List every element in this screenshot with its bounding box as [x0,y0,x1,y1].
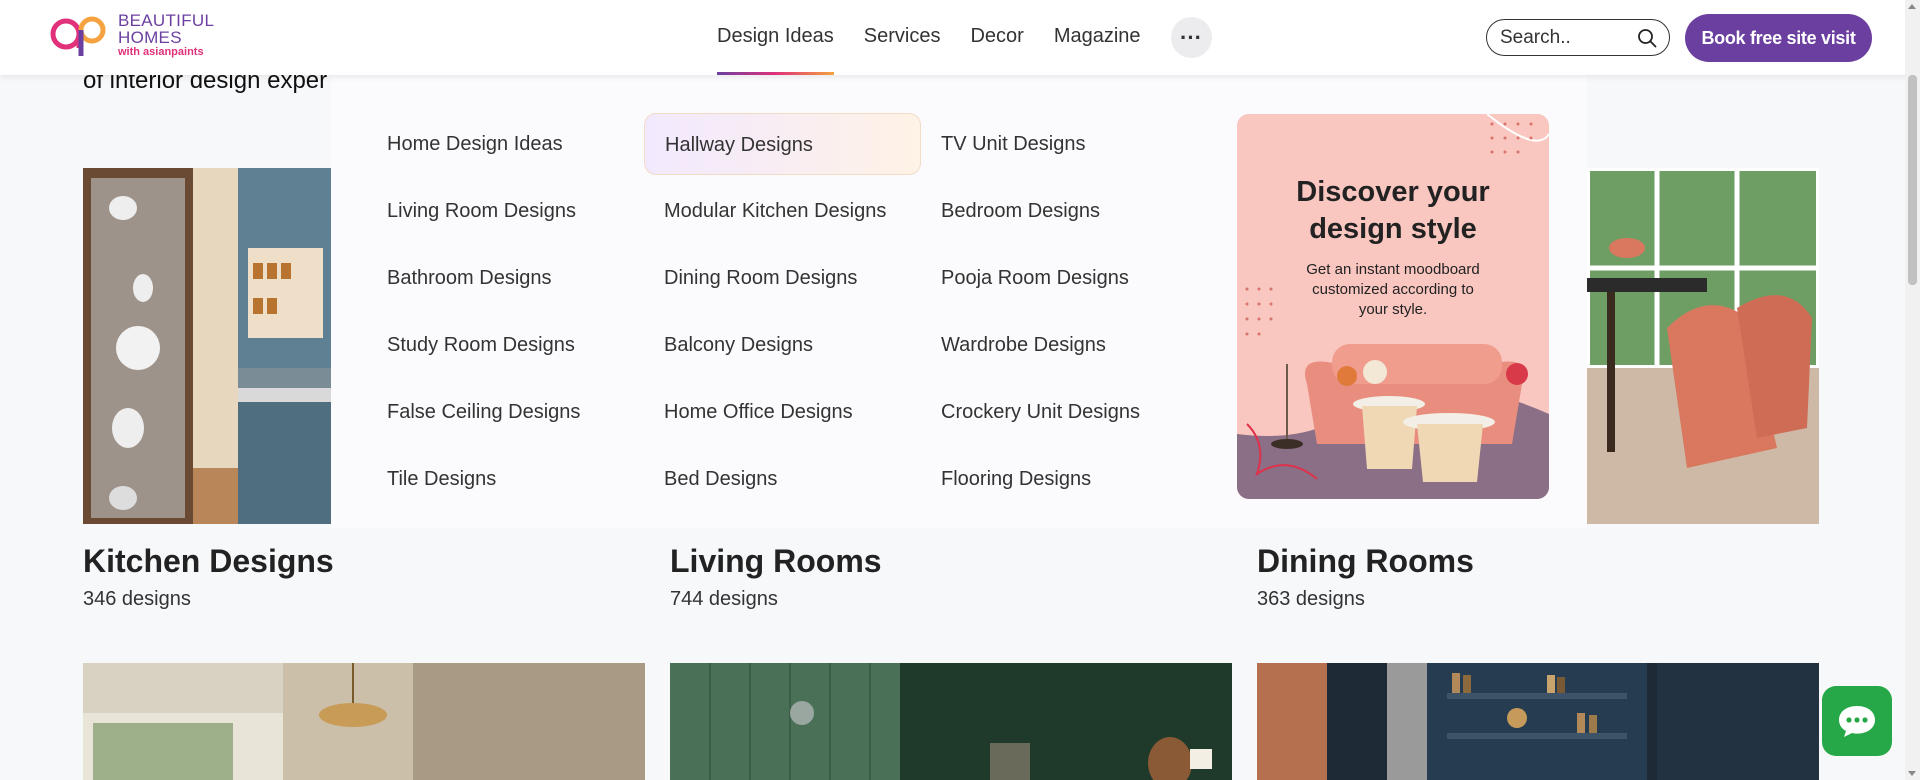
logo-mark-icon [50,16,106,56]
bathroom-illustration [670,663,1232,780]
menu-study-room-designs[interactable]: Study Room Designs [367,314,644,376]
logo-line-1: BEAUTIFUL [118,11,215,30]
dining-illustration [1587,168,1819,524]
nav-services[interactable]: Services [864,0,941,75]
menu-pooja-room-designs[interactable]: Pooja Room Designs [921,247,1198,309]
menu-tv-unit-designs[interactable]: TV Unit Designs [921,113,1198,175]
design-ideas-dropdown: Home Design Ideas Living Room Designs Ba… [331,75,1587,528]
search-input[interactable] [1500,27,1630,49]
bedroom-image[interactable] [83,663,645,780]
card-title-dining[interactable]: Dining Rooms [1257,543,1474,580]
menu-bathroom-designs[interactable]: Bathroom Designs [367,247,644,309]
menu-balcony-designs[interactable]: Balcony Designs [644,314,921,376]
nav-design-ideas[interactable]: Design Ideas [717,0,834,75]
nav-decor[interactable]: Decor [970,0,1023,75]
card-count-dining: 363 designs [1257,588,1365,610]
logo-text: BEAUTIFUL HOMES with asianpaints [118,12,214,58]
bathroom-image[interactable] [670,663,1232,780]
card-count-kitchen: 346 designs [83,588,191,610]
site-header: BEAUTIFUL HOMES with asianpaints Design … [0,0,1920,75]
menu-false-ceiling-designs[interactable]: False Ceiling Designs [367,381,644,443]
chat-button[interactable] [1822,686,1892,756]
study-room-image[interactable] [1257,663,1819,780]
promo-subtitle: Get an instant moodboard customized acco… [1306,261,1480,318]
scroll-down-arrow-icon[interactable] [1908,771,1916,776]
menu-bedroom-designs[interactable]: Bedroom Designs [921,180,1198,242]
menu-modular-kitchen-designs[interactable]: Modular Kitchen Designs [644,180,921,242]
brand-logo[interactable]: BEAUTIFUL HOMES with asianpaints [48,12,214,58]
more-dots-icon[interactable]: ··· [1170,17,1212,58]
search-box[interactable] [1486,19,1670,56]
menu-bed-designs[interactable]: Bed Designs [644,448,921,510]
kitchen-illustration [83,168,331,524]
nav-magazine[interactable]: Magazine [1054,0,1141,75]
search-icon[interactable] [1637,28,1657,48]
menu-tile-designs[interactable]: Tile Designs [367,448,644,510]
logo-line-3: with asianpaints [118,46,204,58]
menu-home-office-designs[interactable]: Home Office Designs [644,381,921,443]
dining-rooms-image[interactable] [1587,168,1819,524]
chat-icon [1839,706,1875,737]
main-nav: Design Ideas Services Decor Magazine ··· [717,0,1212,75]
design-style-promo-card[interactable]: Discover your design style Get an instan… [1237,114,1549,499]
menu-dining-room-designs[interactable]: Dining Room Designs [644,247,921,309]
bedroom-illustration [83,663,645,780]
menu-hallway-designs[interactable]: Hallway Designs [644,113,921,175]
promo-title: Discover your design style [1296,176,1490,245]
logo-line-2: HOMES [118,28,182,47]
book-site-visit-button[interactable]: Book free site visit [1685,14,1872,62]
menu-flooring-designs[interactable]: Flooring Designs [921,448,1198,510]
card-count-living: 744 designs [670,588,778,610]
menu-wardrobe-designs[interactable]: Wardrobe Designs [921,314,1198,376]
scrollbar-thumb[interactable] [1908,75,1917,285]
card-title-kitchen[interactable]: Kitchen Designs [83,543,334,580]
kitchen-designs-image[interactable] [83,168,331,524]
scroll-up-arrow-icon[interactable] [1908,4,1916,9]
study-illustration [1257,663,1819,780]
menu-living-room-designs[interactable]: Living Room Designs [367,180,644,242]
page-scrollbar[interactable] [1905,0,1920,780]
menu-crockery-unit-designs[interactable]: Crockery Unit Designs [921,381,1198,443]
card-title-living[interactable]: Living Rooms [670,543,882,580]
menu-home-design-ideas[interactable]: Home Design Ideas [367,113,644,175]
